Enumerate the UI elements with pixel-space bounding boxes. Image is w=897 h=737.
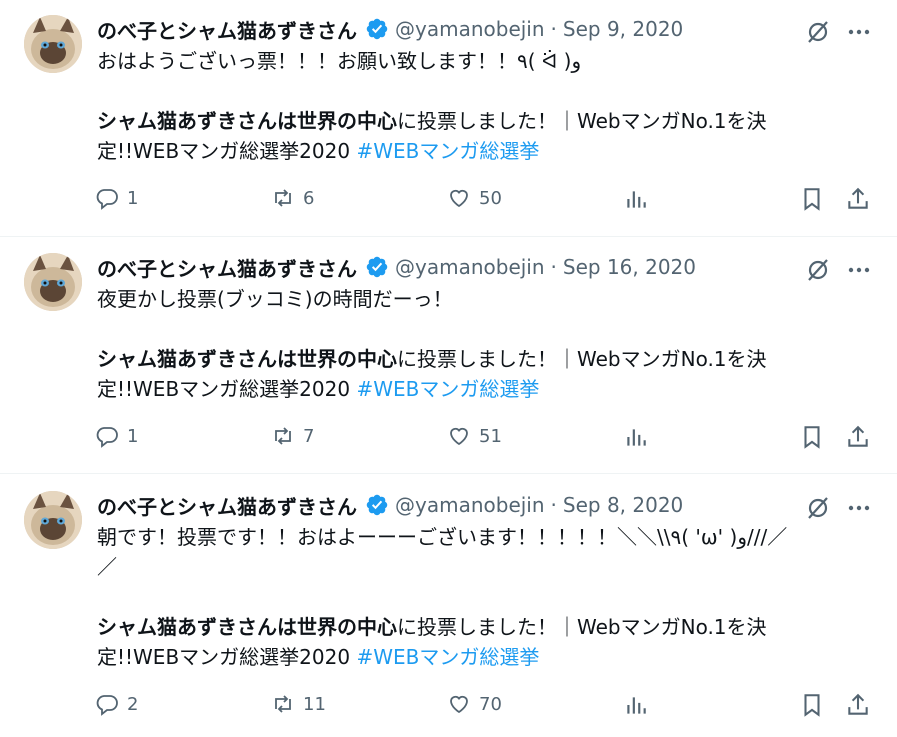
reply-icon bbox=[96, 427, 118, 448]
like-count: 70 bbox=[479, 693, 502, 715]
verified-badge-icon bbox=[366, 18, 388, 40]
bookmark-button[interactable] bbox=[799, 692, 833, 718]
bookmark-button[interactable] bbox=[799, 424, 833, 450]
separator: · bbox=[550, 255, 557, 279]
tweet-line: に投票しました！｜WebマンガNo.1を決 bbox=[397, 615, 767, 639]
grok-icon[interactable] bbox=[804, 256, 832, 284]
verified-badge-icon bbox=[366, 256, 388, 278]
timestamp[interactable]: Sep 8, 2020 bbox=[563, 493, 683, 517]
reply-icon bbox=[96, 189, 118, 210]
cat-avatar-icon bbox=[24, 15, 82, 73]
like-button[interactable]: 51 bbox=[447, 424, 502, 448]
avatar[interactable] bbox=[24, 15, 82, 73]
tweet-line: 朝です！投票です！！おはよーーーございます！！！！！＼＼\\٩( 'ω' )و/… bbox=[97, 525, 788, 549]
share-icon bbox=[848, 187, 868, 209]
timestamp[interactable]: Sep 9, 2020 bbox=[563, 17, 683, 41]
more-icon[interactable] bbox=[845, 494, 873, 522]
display-name[interactable]: のべ子とシャム猫あずきさん bbox=[97, 253, 357, 282]
retweet-count: 7 bbox=[303, 425, 315, 447]
more-icon[interactable] bbox=[845, 256, 873, 284]
display-name[interactable]: のべ子とシャム猫あずきさん bbox=[97, 491, 357, 520]
views-button[interactable] bbox=[623, 424, 657, 450]
like-button[interactable]: 70 bbox=[447, 692, 502, 716]
reply-button[interactable]: 2 bbox=[95, 692, 138, 716]
timestamp[interactable]: Sep 16, 2020 bbox=[563, 255, 696, 279]
hashtag-link[interactable]: #WEBマンガ総選挙 bbox=[356, 645, 539, 669]
reply-icon bbox=[96, 695, 118, 716]
divider bbox=[0, 473, 897, 474]
share-button[interactable] bbox=[845, 692, 879, 718]
share-button[interactable] bbox=[845, 186, 879, 212]
tweet-text: 朝です！投票です！！おはよーーーございます！！！！！＼＼\\٩( 'ω' )و/… bbox=[97, 522, 857, 672]
retweet-count: 6 bbox=[303, 187, 315, 209]
retweet-icon bbox=[275, 695, 291, 713]
tweet-text: おはようございっ票！！！お願い致します！！٩( ᐛ )و シャム猫あずきさんは世… bbox=[97, 46, 857, 166]
bold-title: シャム猫あずきさんは世界の中心 bbox=[97, 109, 397, 133]
divider bbox=[0, 236, 897, 237]
tweet-2[interactable]: のべ子とシャム猫あずきさん @yamanobejin · Sep 16, 202… bbox=[0, 238, 897, 472]
bold-title: シャム猫あずきさんは世界の中心 bbox=[97, 615, 397, 639]
like-icon bbox=[450, 695, 468, 714]
reply-count: 1 bbox=[127, 187, 139, 209]
reply-count: 1 bbox=[127, 425, 139, 447]
retweet-button[interactable]: 6 bbox=[271, 186, 314, 210]
like-button[interactable]: 50 bbox=[447, 186, 502, 210]
grok-icon[interactable] bbox=[804, 494, 832, 522]
reply-count: 2 bbox=[127, 693, 139, 715]
tweet-line: 夜更かし投票(ブッコミ)の時間だーっ！ bbox=[97, 287, 453, 311]
handle[interactable]: @yamanobejin bbox=[395, 493, 545, 517]
handle[interactable]: @yamanobejin bbox=[395, 255, 545, 279]
retweet-icon bbox=[275, 189, 291, 207]
cat-avatar-icon bbox=[24, 253, 82, 311]
tweet-line: に投票しました！｜WebマンガNo.1を決 bbox=[397, 347, 767, 371]
tweet-line: おはようございっ票！！！お願い致します！！٩( ᐛ )و bbox=[97, 49, 582, 73]
views-button[interactable] bbox=[623, 186, 657, 212]
avatar[interactable] bbox=[24, 491, 82, 549]
share-icon bbox=[848, 693, 868, 715]
hashtag-link[interactable]: #WEBマンガ総選挙 bbox=[356, 139, 539, 163]
tweet-1[interactable]: のべ子とシャム猫あずきさん @yamanobejin · Sep 9, 2020… bbox=[0, 0, 897, 236]
tweet-3[interactable]: のべ子とシャム猫あずきさん @yamanobejin · Sep 8, 2020… bbox=[0, 476, 897, 737]
cat-avatar-icon bbox=[24, 491, 82, 549]
verified-badge-icon bbox=[366, 494, 388, 516]
share-button[interactable] bbox=[845, 424, 879, 450]
hashtag-link[interactable]: #WEBマンガ総選挙 bbox=[356, 377, 539, 401]
like-icon bbox=[450, 427, 468, 446]
views-button[interactable] bbox=[623, 692, 657, 718]
bookmark-button[interactable] bbox=[799, 186, 833, 212]
bold-title: シャム猫あずきさんは世界の中心 bbox=[97, 347, 397, 371]
reply-button[interactable]: 1 bbox=[95, 424, 138, 448]
retweet-button[interactable]: 7 bbox=[271, 424, 314, 448]
tweet-line: 定!!WEBマンガ総選挙2020 bbox=[97, 377, 357, 401]
share-icon bbox=[848, 425, 868, 447]
like-count: 51 bbox=[479, 425, 502, 447]
retweet-button[interactable]: 11 bbox=[271, 692, 326, 716]
retweet-count: 11 bbox=[303, 693, 326, 715]
retweet-icon bbox=[275, 427, 291, 445]
display-name[interactable]: のべ子とシャム猫あずきさん bbox=[97, 15, 357, 44]
bookmark-icon bbox=[804, 188, 820, 211]
tweet-line: ／ bbox=[97, 555, 117, 579]
handle[interactable]: @yamanobejin bbox=[395, 17, 545, 41]
views-icon bbox=[627, 191, 646, 208]
separator: · bbox=[550, 17, 557, 41]
more-icon[interactable] bbox=[845, 18, 873, 46]
like-count: 50 bbox=[479, 187, 502, 209]
views-icon bbox=[627, 697, 646, 714]
avatar[interactable] bbox=[24, 253, 82, 311]
tweet-text: 夜更かし投票(ブッコミ)の時間だーっ！ シャム猫あずきさんは世界の中心に投票しま… bbox=[97, 284, 857, 404]
tweet-line: 定!!WEBマンガ総選挙2020 bbox=[97, 139, 357, 163]
tweet-line: に投票しました！｜WebマンガNo.1を決 bbox=[397, 109, 767, 133]
grok-icon[interactable] bbox=[804, 18, 832, 46]
views-icon bbox=[627, 429, 646, 446]
bookmark-icon bbox=[804, 694, 820, 717]
like-icon bbox=[450, 189, 468, 208]
separator: · bbox=[550, 493, 557, 517]
bookmark-icon bbox=[804, 426, 820, 449]
tweet-line: 定!!WEBマンガ総選挙2020 bbox=[97, 645, 357, 669]
reply-button[interactable]: 1 bbox=[95, 186, 138, 210]
